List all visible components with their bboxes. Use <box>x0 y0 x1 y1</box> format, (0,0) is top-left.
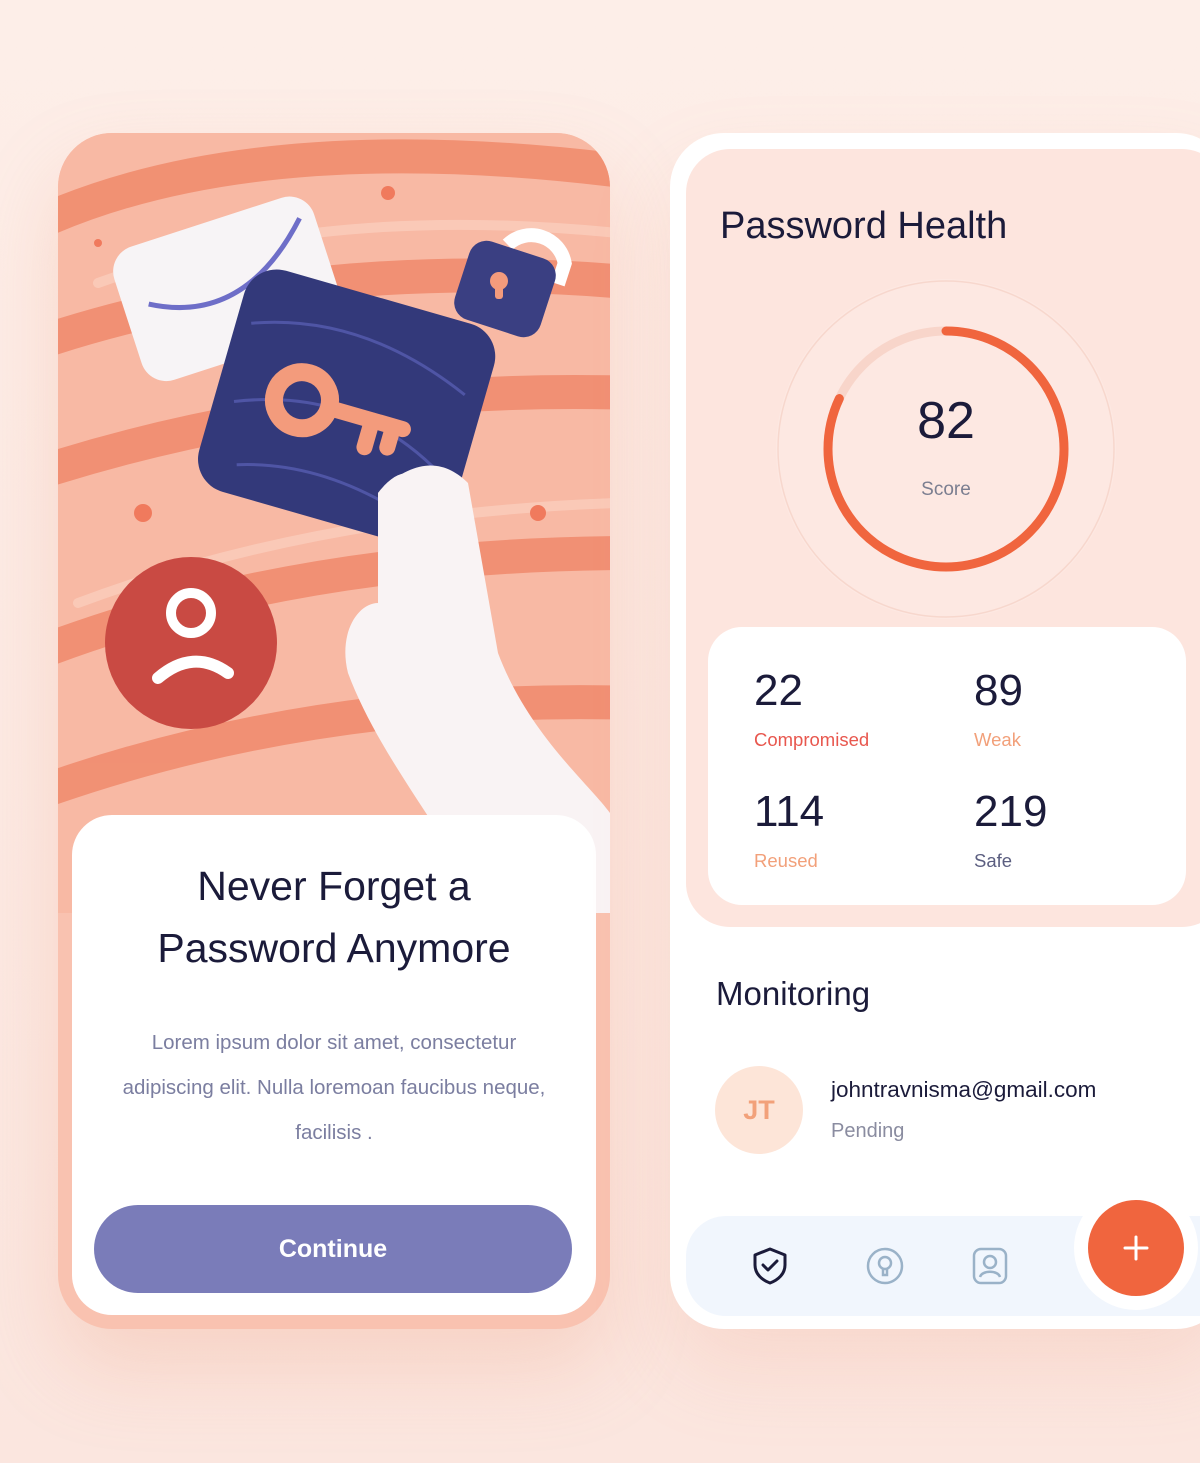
monitoring-status: Pending <box>831 1120 905 1142</box>
avatar: JT <box>715 1066 803 1154</box>
monitored-email[interactable]: johntravnisma@gmail.com <box>831 1077 1096 1103</box>
score-label: Score <box>921 479 971 500</box>
stat-label: Weak <box>974 729 1021 750</box>
plus-icon <box>1123 1235 1149 1261</box>
onboarding-screen: Never Forget a Password Anymore Lorem ip… <box>58 133 610 1329</box>
onboarding-description: Lorem ipsum dolor sit amet, consectetur … <box>122 1031 546 1144</box>
stat-weak[interactable]: 89 Weak <box>974 667 1023 751</box>
shield-check-icon[interactable] <box>748 1244 792 1288</box>
stat-label: Safe <box>974 850 1013 871</box>
stat-value: 219 <box>974 787 1048 836</box>
score-gauge: 82 Score <box>776 279 1116 619</box>
password-health-screen: Password Health 82 Score 22 Compromised … <box>670 133 1200 1329</box>
monitoring-title: Monitoring <box>716 975 871 1012</box>
add-button[interactable] <box>1074 1186 1198 1310</box>
continue-button[interactable]: Continue <box>94 1205 572 1293</box>
stat-value: 114 <box>754 787 825 836</box>
stats-card: 22 Compromised 89 Weak 114 Reused 219 Sa… <box>708 627 1186 905</box>
user-badge-icon <box>105 557 277 729</box>
stat-reused[interactable]: 114 Reused <box>754 788 824 872</box>
stat-label: Compromised <box>754 729 870 750</box>
score-value: 82 <box>917 392 975 450</box>
add-button-inner[interactable] <box>1088 1200 1184 1296</box>
stat-value: 89 <box>974 666 1023 715</box>
stat-label: Reused <box>754 850 818 871</box>
onboarding-illustration <box>58 133 610 913</box>
onboarding-card: Never Forget a Password Anymore Lorem ip… <box>72 815 596 1315</box>
onboarding-headline: Never Forget a Password Anymore <box>157 863 511 971</box>
health-panel: Password Health 82 Score 22 Compromised … <box>686 149 1200 927</box>
stat-safe[interactable]: 219 Safe <box>974 788 1047 872</box>
user-profile-icon[interactable] <box>968 1244 1012 1288</box>
page-title: Password Health <box>720 205 1008 247</box>
lightbulb-icon[interactable] <box>863 1244 907 1288</box>
stat-value: 22 <box>754 666 803 715</box>
stat-compromised[interactable]: 22 Compromised <box>754 667 869 751</box>
